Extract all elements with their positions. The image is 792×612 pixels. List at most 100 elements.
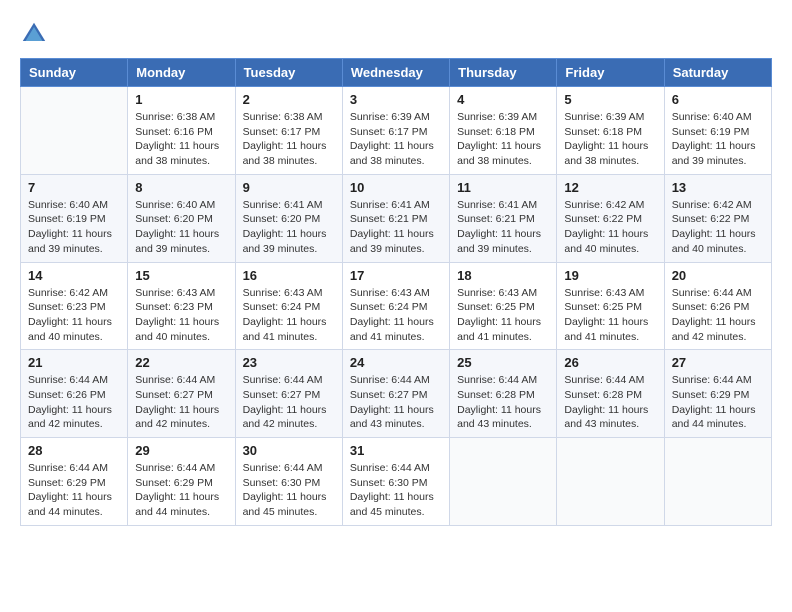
- calendar-cell: 1 Sunrise: 6:38 AM Sunset: 6:16 PM Daylig…: [128, 87, 235, 175]
- page-header: [20, 20, 772, 48]
- day-info: Sunrise: 6:40 AM Sunset: 6:20 PM Dayligh…: [135, 198, 227, 257]
- calendar-week-row: 14 Sunrise: 6:42 AM Sunset: 6:23 PM Dayli…: [21, 262, 772, 350]
- calendar-cell: 20 Sunrise: 6:44 AM Sunset: 6:26 PM Dayli…: [664, 262, 771, 350]
- day-number: 9: [243, 180, 335, 195]
- weekday-header-cell: Saturday: [664, 59, 771, 87]
- calendar-cell: 29 Sunrise: 6:44 AM Sunset: 6:29 PM Dayli…: [128, 438, 235, 526]
- day-info: Sunrise: 6:44 AM Sunset: 6:29 PM Dayligh…: [28, 461, 120, 520]
- day-info: Sunrise: 6:42 AM Sunset: 6:23 PM Dayligh…: [28, 286, 120, 345]
- day-info: Sunrise: 6:39 AM Sunset: 6:18 PM Dayligh…: [564, 110, 656, 169]
- calendar-cell: 26 Sunrise: 6:44 AM Sunset: 6:28 PM Dayli…: [557, 350, 664, 438]
- day-info: Sunrise: 6:44 AM Sunset: 6:28 PM Dayligh…: [457, 373, 549, 432]
- day-number: 18: [457, 268, 549, 283]
- day-number: 24: [350, 355, 442, 370]
- day-number: 17: [350, 268, 442, 283]
- calendar-cell: [664, 438, 771, 526]
- day-info: Sunrise: 6:41 AM Sunset: 6:21 PM Dayligh…: [350, 198, 442, 257]
- day-number: 26: [564, 355, 656, 370]
- calendar-cell: 5Sunrise: 6:39 AM Sunset: 6:18 PM Daylig…: [557, 87, 664, 175]
- day-number: 8: [135, 180, 227, 195]
- calendar-cell: 22Sunrise: 6:44 AM Sunset: 6:27 PM Dayli…: [128, 350, 235, 438]
- weekday-header-cell: Wednesday: [342, 59, 449, 87]
- calendar-cell: [450, 438, 557, 526]
- day-number: 21: [28, 355, 120, 370]
- calendar-table: SundayMondayTuesdayWednesdayThursdayFrid…: [20, 58, 772, 526]
- calendar-cell: 15 Sunrise: 6:43 AM Sunset: 6:23 PM Dayli…: [128, 262, 235, 350]
- day-number: 7: [28, 180, 120, 195]
- day-info: Sunrise: 6:44 AM Sunset: 6:27 PM Dayligh…: [350, 373, 442, 432]
- calendar-cell: 30Sunrise: 6:44 AM Sunset: 6:30 PM Dayli…: [235, 438, 342, 526]
- calendar-week-row: 7 Sunrise: 6:40 AM Sunset: 6:19 PM Daylig…: [21, 174, 772, 262]
- day-number: 4: [457, 92, 549, 107]
- day-info: Sunrise: 6:44 AM Sunset: 6:28 PM Dayligh…: [564, 373, 656, 432]
- day-number: 12: [564, 180, 656, 195]
- day-number: 1: [135, 92, 227, 107]
- calendar-cell: 11 Sunrise: 6:41 AM Sunset: 6:21 PM Dayli…: [450, 174, 557, 262]
- day-info: Sunrise: 6:44 AM Sunset: 6:26 PM Dayligh…: [672, 286, 764, 345]
- day-number: 13: [672, 180, 764, 195]
- calendar-cell: 6 Sunrise: 6:40 AM Sunset: 6:19 PM Daylig…: [664, 87, 771, 175]
- calendar-cell: 21 Sunrise: 6:44 AM Sunset: 6:26 PM Dayli…: [21, 350, 128, 438]
- weekday-header-cell: Sunday: [21, 59, 128, 87]
- day-number: 16: [243, 268, 335, 283]
- calendar-cell: 7 Sunrise: 6:40 AM Sunset: 6:19 PM Daylig…: [21, 174, 128, 262]
- weekday-header-row: SundayMondayTuesdayWednesdayThursdayFrid…: [21, 59, 772, 87]
- day-number: 27: [672, 355, 764, 370]
- day-info: Sunrise: 6:44 AM Sunset: 6:29 PM Dayligh…: [672, 373, 764, 432]
- calendar-week-row: 28Sunrise: 6:44 AM Sunset: 6:29 PM Dayli…: [21, 438, 772, 526]
- day-number: 30: [243, 443, 335, 458]
- calendar-cell: 23Sunrise: 6:44 AM Sunset: 6:27 PM Dayli…: [235, 350, 342, 438]
- weekday-header-cell: Monday: [128, 59, 235, 87]
- day-info: Sunrise: 6:43 AM Sunset: 6:23 PM Dayligh…: [135, 286, 227, 345]
- day-info: Sunrise: 6:41 AM Sunset: 6:21 PM Dayligh…: [457, 198, 549, 257]
- calendar-cell: 31 Sunrise: 6:44 AM Sunset: 6:30 PM Dayli…: [342, 438, 449, 526]
- calendar-cell: 18 Sunrise: 6:43 AM Sunset: 6:25 PM Dayli…: [450, 262, 557, 350]
- weekday-header-cell: Thursday: [450, 59, 557, 87]
- calendar-cell: 9Sunrise: 6:41 AM Sunset: 6:20 PM Daylig…: [235, 174, 342, 262]
- calendar-cell: [21, 87, 128, 175]
- calendar-cell: 12 Sunrise: 6:42 AM Sunset: 6:22 PM Dayli…: [557, 174, 664, 262]
- calendar-cell: [557, 438, 664, 526]
- calendar-cell: 3Sunrise: 6:39 AM Sunset: 6:17 PM Daylig…: [342, 87, 449, 175]
- day-number: 20: [672, 268, 764, 283]
- calendar-cell: 13 Sunrise: 6:42 AM Sunset: 6:22 PM Dayli…: [664, 174, 771, 262]
- calendar-cell: 16 Sunrise: 6:43 AM Sunset: 6:24 PM Dayli…: [235, 262, 342, 350]
- day-number: 15: [135, 268, 227, 283]
- day-info: Sunrise: 6:42 AM Sunset: 6:22 PM Dayligh…: [564, 198, 656, 257]
- day-info: Sunrise: 6:42 AM Sunset: 6:22 PM Dayligh…: [672, 198, 764, 257]
- calendar-cell: 25 Sunrise: 6:44 AM Sunset: 6:28 PM Dayli…: [450, 350, 557, 438]
- day-number: 14: [28, 268, 120, 283]
- day-number: 11: [457, 180, 549, 195]
- day-info: Sunrise: 6:44 AM Sunset: 6:27 PM Dayligh…: [135, 373, 227, 432]
- day-number: 31: [350, 443, 442, 458]
- day-number: 6: [672, 92, 764, 107]
- calendar-cell: 19Sunrise: 6:43 AM Sunset: 6:25 PM Dayli…: [557, 262, 664, 350]
- day-info: Sunrise: 6:44 AM Sunset: 6:26 PM Dayligh…: [28, 373, 120, 432]
- calendar-cell: 8 Sunrise: 6:40 AM Sunset: 6:20 PM Daylig…: [128, 174, 235, 262]
- day-info: Sunrise: 6:44 AM Sunset: 6:29 PM Dayligh…: [135, 461, 227, 520]
- calendar-cell: 2 Sunrise: 6:38 AM Sunset: 6:17 PM Daylig…: [235, 87, 342, 175]
- calendar-cell: 28Sunrise: 6:44 AM Sunset: 6:29 PM Dayli…: [21, 438, 128, 526]
- day-info: Sunrise: 6:44 AM Sunset: 6:30 PM Dayligh…: [350, 461, 442, 520]
- day-number: 29: [135, 443, 227, 458]
- calendar-cell: 17 Sunrise: 6:43 AM Sunset: 6:24 PM Dayli…: [342, 262, 449, 350]
- calendar-cell: 14 Sunrise: 6:42 AM Sunset: 6:23 PM Dayli…: [21, 262, 128, 350]
- weekday-header-cell: Friday: [557, 59, 664, 87]
- calendar-cell: 4Sunrise: 6:39 AM Sunset: 6:18 PM Daylig…: [450, 87, 557, 175]
- day-info: Sunrise: 6:43 AM Sunset: 6:24 PM Dayligh…: [350, 286, 442, 345]
- day-info: Sunrise: 6:40 AM Sunset: 6:19 PM Dayligh…: [28, 198, 120, 257]
- logo-icon: [20, 20, 48, 48]
- day-info: Sunrise: 6:43 AM Sunset: 6:24 PM Dayligh…: [243, 286, 335, 345]
- calendar-cell: 24 Sunrise: 6:44 AM Sunset: 6:27 PM Dayli…: [342, 350, 449, 438]
- day-info: Sunrise: 6:38 AM Sunset: 6:16 PM Dayligh…: [135, 110, 227, 169]
- day-info: Sunrise: 6:40 AM Sunset: 6:19 PM Dayligh…: [672, 110, 764, 169]
- day-info: Sunrise: 6:43 AM Sunset: 6:25 PM Dayligh…: [564, 286, 656, 345]
- day-number: 2: [243, 92, 335, 107]
- calendar-week-row: 1 Sunrise: 6:38 AM Sunset: 6:16 PM Daylig…: [21, 87, 772, 175]
- day-number: 25: [457, 355, 549, 370]
- calendar-week-row: 21 Sunrise: 6:44 AM Sunset: 6:26 PM Dayli…: [21, 350, 772, 438]
- day-info: Sunrise: 6:44 AM Sunset: 6:27 PM Dayligh…: [243, 373, 335, 432]
- day-info: Sunrise: 6:38 AM Sunset: 6:17 PM Dayligh…: [243, 110, 335, 169]
- calendar-cell: 10Sunrise: 6:41 AM Sunset: 6:21 PM Dayli…: [342, 174, 449, 262]
- day-info: Sunrise: 6:43 AM Sunset: 6:25 PM Dayligh…: [457, 286, 549, 345]
